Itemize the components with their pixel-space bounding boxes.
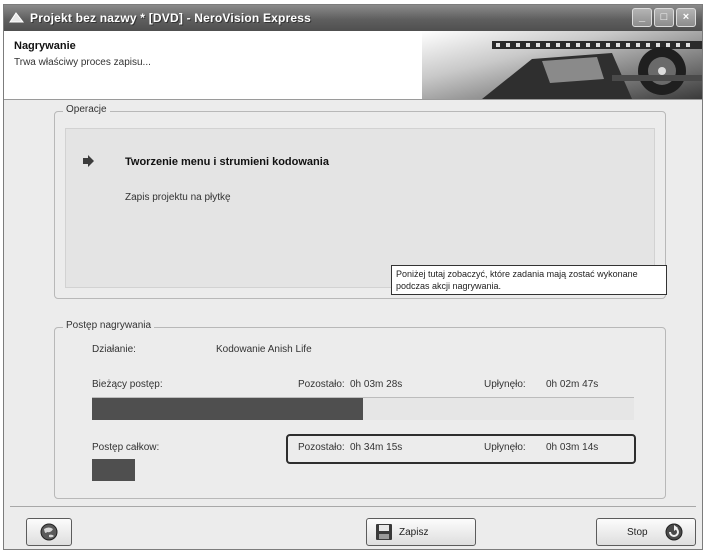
arrow-right-icon [83, 155, 94, 167]
current-progress-label: Bieżący postęp: [92, 379, 163, 390]
minimize-button[interactable]: _ [632, 8, 652, 27]
close-icon: × [682, 11, 690, 23]
action-value: Kodowanie Anish Life [216, 344, 312, 355]
footer-separator [10, 506, 696, 507]
total-elapsed-label: Upłynęło: [484, 442, 526, 453]
progress-legend: Postęp nagrywania [63, 320, 155, 331]
current-remaining-label: Pozostało: [298, 379, 345, 390]
page-subtitle: Trwa właściwy proces zapisu... [14, 57, 151, 68]
globe-help-icon [40, 523, 58, 541]
next-operation: Zapis projektu na płytkę [125, 192, 231, 203]
operations-note: Poniżej tutaj zobaczyć, które zadania ma… [391, 265, 667, 295]
total-progress-bar [92, 459, 634, 481]
help-button[interactable] [26, 518, 72, 546]
maximize-icon: □ [660, 11, 668, 23]
save-button-label: Zapisz [399, 527, 429, 538]
close-button[interactable]: × [676, 8, 696, 27]
operations-panel [65, 128, 655, 288]
current-elapsed-value: 0h 02m 47s [546, 379, 599, 390]
total-progress-label: Postęp całkow: [92, 442, 160, 453]
minimize-icon: _ [638, 11, 646, 23]
current-progress-bar [92, 397, 634, 420]
floppy-disk-icon [376, 524, 392, 540]
action-label: Działanie: [92, 344, 136, 355]
stop-button-label: Stop [627, 527, 648, 538]
wizard-header: Nagrywanie Trwa właściwy proces zapisu..… [4, 31, 702, 100]
current-remaining-value: 0h 03m 28s [350, 379, 403, 390]
app-window: Projekt bez nazwy * [DVD] - NeroVision E… [3, 4, 703, 550]
page-title: Nagrywanie [14, 40, 76, 52]
stop-button[interactable]: Stop [596, 518, 696, 546]
total-elapsed-value: 0h 03m 14s [546, 442, 599, 453]
operations-legend: Operacje [63, 104, 110, 115]
total-remaining-value: 0h 34m 15s [350, 442, 403, 453]
nero-app-icon [9, 12, 24, 23]
total-remaining-label: Pozostało: [298, 442, 345, 453]
title-bar: Projekt bez nazwy * [DVD] - NeroVision E… [4, 5, 702, 31]
stop-icon [665, 523, 683, 541]
save-button[interactable]: Zapisz [366, 518, 476, 546]
total-progress-fill [92, 459, 135, 481]
banner-image [422, 31, 702, 99]
current-operation: Tworzenie menu i strumieni kodowania [125, 156, 329, 168]
maximize-button[interactable]: □ [654, 8, 674, 27]
window-title: Projekt bez nazwy * [DVD] - NeroVision E… [30, 11, 312, 25]
current-elapsed-label: Upłynęło: [484, 379, 526, 390]
current-progress-fill [92, 398, 363, 420]
